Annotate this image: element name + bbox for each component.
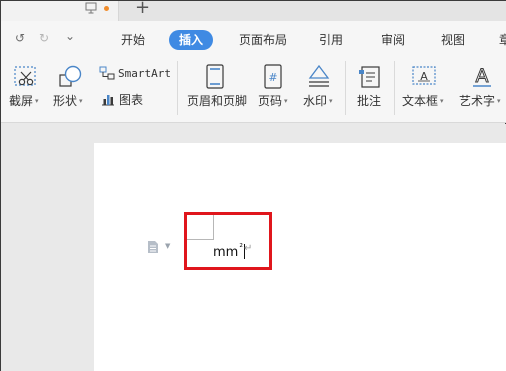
tab-insert[interactable]: 插入 xyxy=(169,30,214,50)
ribbon-divider xyxy=(177,61,178,115)
tab-section[interactable]: 章 xyxy=(499,30,506,50)
page-number-icon: # xyxy=(264,64,282,89)
header-footer-icon xyxy=(206,64,224,89)
chart-icon xyxy=(102,95,114,106)
new-tab-button[interactable]: + xyxy=(135,0,150,18)
redo-icon[interactable]: ↻ xyxy=(39,32,49,44)
wordart-label: 艺术字 ▾ xyxy=(459,94,501,108)
textbox-label: 文本框 ▾ xyxy=(402,94,444,108)
tab-view[interactable]: 视图 xyxy=(441,30,465,50)
document-page[interactable] xyxy=(94,143,506,371)
smartart-icon xyxy=(99,66,115,80)
tab-strip: + xyxy=(1,0,506,21)
ribbon-divider xyxy=(394,61,395,115)
shapes-label: 形状 ▾ xyxy=(53,94,83,108)
monitor-icon xyxy=(85,2,97,14)
shapes-icon xyxy=(59,65,82,87)
highlight-box xyxy=(184,212,272,270)
ribbon-divider xyxy=(345,61,346,115)
paragraph-menu-chevron-down-icon[interactable]: ▼ xyxy=(165,242,170,250)
chart-label: 图表 xyxy=(119,93,144,107)
comment-icon xyxy=(359,66,380,88)
svg-text:A: A xyxy=(476,65,489,87)
svg-text:#: # xyxy=(268,71,277,84)
unsaved-dot-icon xyxy=(104,6,109,11)
page-number-label: 页码 ▾ xyxy=(258,94,288,108)
tab-home[interactable]: 开始 xyxy=(121,30,145,50)
screenshot-scissors-icon xyxy=(14,66,36,86)
undo-icon[interactable]: ↺ xyxy=(15,32,25,44)
watermark-icon xyxy=(308,64,330,87)
textbox-icon: A xyxy=(412,66,436,85)
tab-review[interactable]: 审阅 xyxy=(381,30,405,50)
comment-label: 批注 xyxy=(357,94,382,108)
customize-chevron-down-icon[interactable]: ⌄ xyxy=(65,30,75,42)
wordart-icon: A xyxy=(473,65,491,88)
watermark-label: 水印 ▾ xyxy=(303,94,333,108)
tab-references[interactable]: 引用 xyxy=(319,30,343,50)
tab-page-layout[interactable]: 页面布局 xyxy=(239,30,287,50)
screenshot-label: 截屏 ▾ xyxy=(9,94,39,108)
header-footer-label: 页眉和页脚 xyxy=(187,94,248,108)
ribbon-insert: 截屏 ▾ 形状 ▾ SmartArt 图表 页眉和页脚 # 页码 ▾ 水印 ▾ … xyxy=(1,55,506,123)
smartart-label: SmartArt xyxy=(118,67,171,80)
document-tab[interactable] xyxy=(1,1,119,21)
menu-bar: ↺ ↻ ⌄ 开始 插入 页面布局 引用 审阅 视图 章 xyxy=(1,21,506,55)
paragraph-layout-icon[interactable] xyxy=(146,240,160,254)
